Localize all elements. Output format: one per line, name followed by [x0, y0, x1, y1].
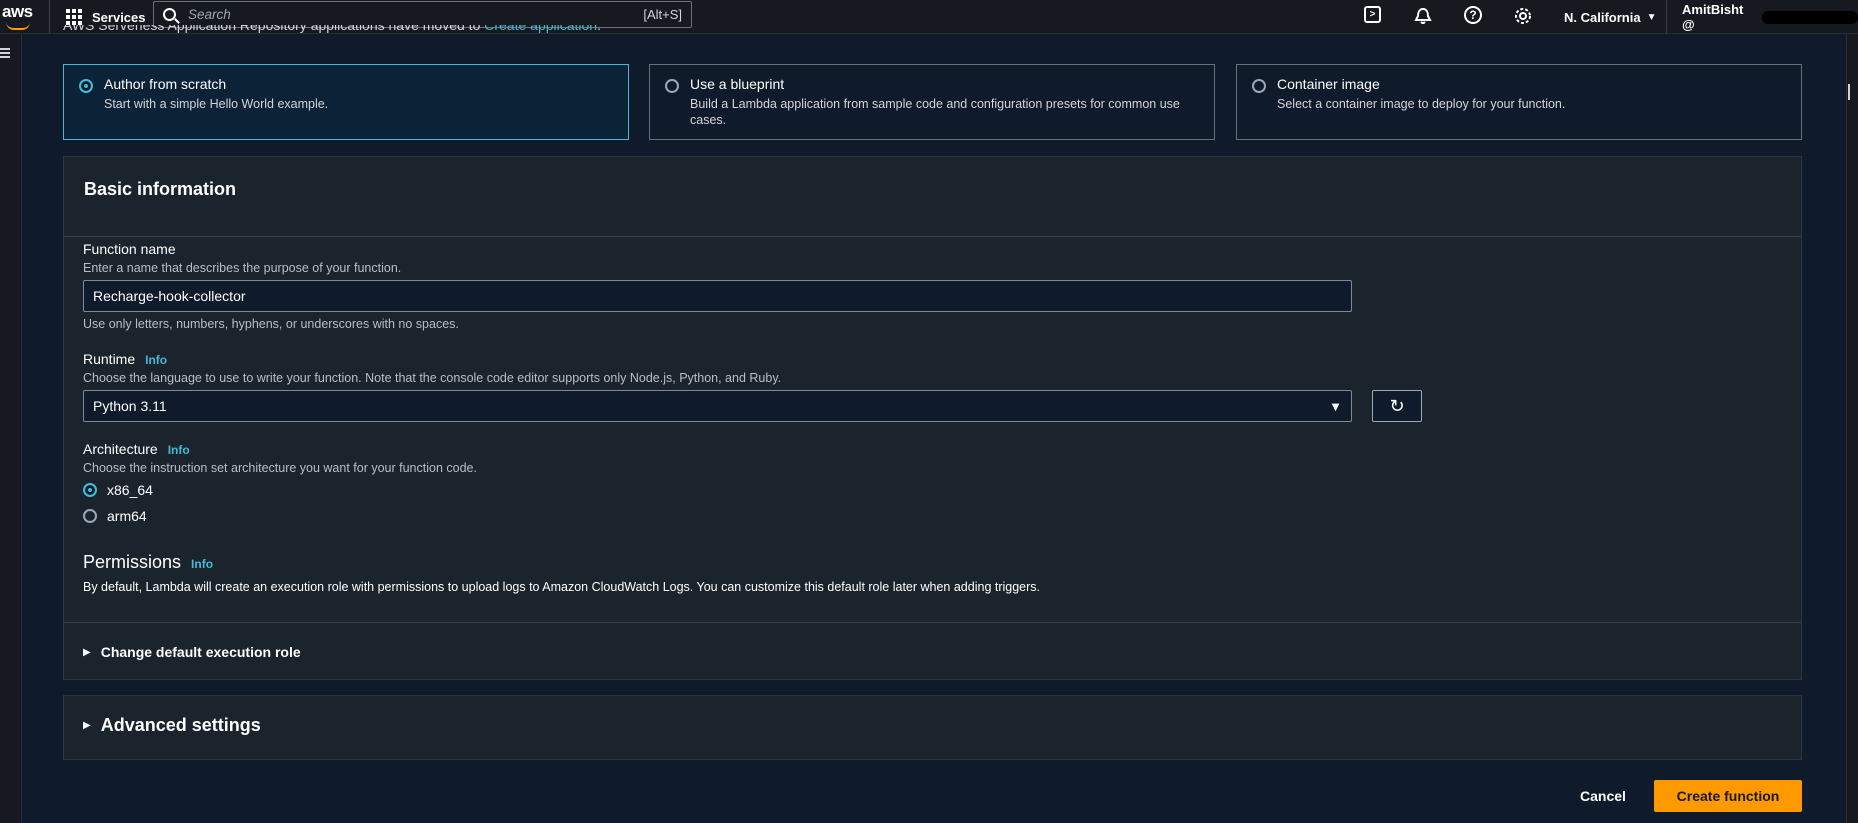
dropdown-arrow-icon: ▼ — [1329, 398, 1342, 414]
help-icon[interactable]: ? — [1464, 6, 1482, 24]
search-input[interactable] — [188, 7, 644, 22]
account-label: AmitBisht @ — [1682, 2, 1744, 32]
region-selector[interactable]: N. California ▼ — [1564, 0, 1656, 34]
architecture-info-link[interactable]: Info — [168, 443, 190, 457]
radio-unselected-icon[interactable] — [83, 509, 97, 523]
advanced-settings-expander[interactable]: ▶ Advanced settings — [83, 715, 261, 736]
serverless-repo-notice: AWS Serverless Application Repository ap… — [63, 25, 601, 39]
permissions-description: By default, Lambda will create an execut… — [83, 580, 1041, 594]
nav-divider — [1666, 0, 1667, 34]
radio-unselected-icon[interactable] — [1252, 79, 1266, 93]
create-function-button[interactable]: Create function — [1654, 780, 1802, 812]
search-icon — [163, 8, 176, 21]
grid-icon — [66, 9, 82, 25]
notice-suffix: . — [597, 25, 601, 33]
notifications-bell-icon[interactable] — [1412, 5, 1434, 27]
architecture-label-text: Architecture — [83, 441, 158, 457]
function-name-description: Enter a name that describes the purpose … — [83, 261, 402, 275]
cancel-button[interactable]: Cancel — [1572, 780, 1634, 812]
search-shortcut: [Alt+S] — [643, 7, 682, 22]
create-application-link[interactable]: Create application — [484, 25, 597, 33]
change-role-label: Change default execution role — [100, 644, 301, 660]
option-description: Build a Lambda application from sample c… — [690, 97, 1180, 127]
permissions-heading: Permissions Info — [83, 552, 213, 573]
option-description: Start with a simple Hello World example. — [104, 97, 329, 111]
change-default-execution-role-expander[interactable]: ▶ Change default execution role — [83, 644, 301, 660]
architecture-option-label: arm64 — [107, 508, 147, 524]
redacted-account-id — [1762, 10, 1858, 24]
advanced-settings-label: Advanced settings — [100, 715, 261, 735]
notice-text: AWS Serverless Application Repository ap… — [63, 25, 485, 33]
architecture-option-arm64[interactable]: arm64 — [83, 508, 147, 524]
architecture-option-x86[interactable]: x86_64 — [83, 482, 153, 498]
option-description: Select a container image to deploy for y… — [1277, 97, 1566, 111]
advanced-settings-panel: ▶ Advanced settings — [63, 695, 1802, 760]
permissions-info-link[interactable]: Info — [191, 557, 213, 571]
section-divider — [64, 622, 1801, 623]
option-container-image[interactable]: Container image Select a container image… — [1236, 64, 1802, 140]
function-name-input[interactable] — [83, 280, 1352, 312]
runtime-info-link[interactable]: Info — [145, 353, 167, 367]
function-name-label: Function name — [83, 241, 176, 257]
refresh-runtimes-button[interactable]: ↻ — [1372, 390, 1422, 422]
option-author-from-scratch[interactable]: Author from scratch Start with a simple … — [63, 64, 629, 140]
architecture-option-label: x86_64 — [107, 482, 153, 498]
runtime-description: Choose the language to use to write your… — [83, 371, 782, 385]
architecture-label: Architecture Info — [83, 441, 190, 457]
settings-gear-icon[interactable] — [1512, 5, 1534, 27]
caret-right-icon: ▶ — [83, 646, 91, 658]
runtime-selected-value: Python 3.11 — [93, 398, 167, 414]
refresh-icon: ↻ — [1389, 395, 1405, 416]
panel-toggle-icon[interactable] — [1848, 84, 1856, 100]
option-title: Container image — [1277, 76, 1380, 92]
runtime-label: Runtime Info — [83, 351, 167, 367]
permissions-heading-text: Permissions — [83, 552, 182, 572]
function-name-hint: Use only letters, numbers, hyphens, or u… — [83, 317, 459, 331]
right-rail — [1846, 34, 1858, 823]
region-label: N. California — [1564, 9, 1641, 25]
radio-unselected-icon[interactable] — [665, 79, 679, 93]
services-label: Services — [92, 9, 146, 25]
cloudshell-icon[interactable]: > — [1364, 6, 1381, 23]
account-menu[interactable]: AmitBisht @ — [1682, 0, 1858, 34]
option-use-a-blueprint[interactable]: Use a blueprint Build a Lambda applicati… — [649, 64, 1215, 140]
nav-divider — [49, 0, 50, 34]
radio-selected-icon[interactable] — [79, 79, 93, 93]
runtime-select[interactable]: Python 3.11 ▼ — [83, 390, 1352, 422]
aws-logo[interactable]: aws — [0, 2, 38, 32]
basic-information-panel: Basic information Function name Enter a … — [63, 156, 1802, 680]
caret-right-icon: ▶ — [83, 720, 91, 731]
architecture-description: Choose the instruction set architecture … — [83, 461, 477, 475]
aws-smile-icon — [6, 22, 30, 30]
caret-down-icon: ▼ — [1646, 11, 1657, 23]
radio-selected-icon[interactable] — [83, 483, 97, 497]
runtime-label-text: Runtime — [83, 351, 136, 367]
hamburger-menu-icon[interactable] — [0, 48, 10, 58]
option-title: Author from scratch — [104, 76, 227, 92]
aws-logo-text: aws — [2, 2, 33, 21]
search-box[interactable]: [Alt+S] — [153, 1, 692, 28]
option-title: Use a blueprint — [690, 76, 785, 92]
left-rail — [0, 34, 22, 823]
basic-information-header: Basic information — [64, 157, 1801, 237]
